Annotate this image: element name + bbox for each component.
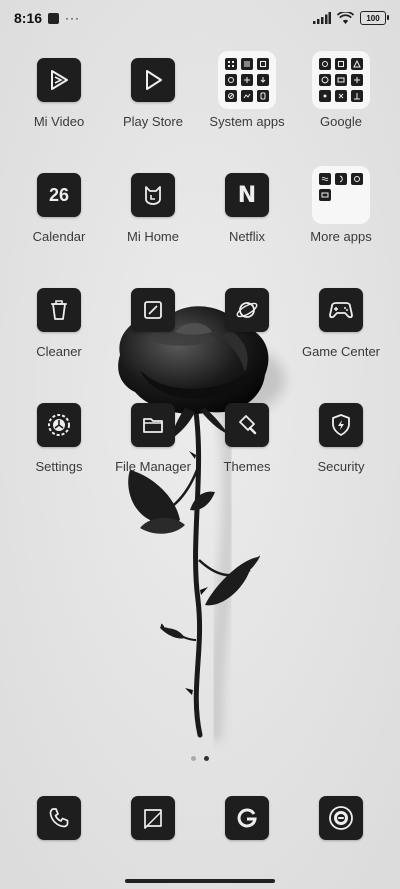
file-manager-icon [131, 403, 175, 447]
google-icon [225, 796, 269, 840]
page-indicator[interactable] [0, 756, 400, 761]
app-label: Themes [223, 459, 271, 474]
dock-phone[interactable] [9, 796, 109, 840]
status-bar: 8:16 ··· 100 [0, 0, 400, 36]
netflix-icon: N [225, 173, 269, 217]
page-dot-active[interactable] [204, 756, 209, 761]
app-label: Google [320, 114, 362, 129]
status-time: 8:16 [14, 10, 43, 26]
app-label: Game Center [301, 344, 381, 359]
app-label: Mi Home [126, 229, 179, 244]
more-notifications-icon: ··· [65, 11, 81, 25]
app-settings[interactable]: Settings [9, 403, 109, 474]
more-apps-folder-icon [312, 166, 370, 224]
app-netflix[interactable]: N Netflix [197, 173, 297, 244]
dock-camera[interactable] [291, 796, 391, 840]
folder-google[interactable]: Google [291, 51, 391, 129]
system-apps-folder-icon [218, 51, 276, 109]
signal-icon [313, 12, 331, 24]
browser-icon [225, 288, 269, 332]
wifi-icon [337, 11, 354, 24]
app-label: Security [317, 459, 365, 474]
app-calendar[interactable]: 26 Calendar [9, 173, 109, 244]
app-label: More apps [310, 229, 372, 244]
app-cleaner[interactable]: Cleaner [9, 288, 109, 359]
app-mi-video[interactable]: Mi Video [9, 58, 109, 129]
mi-video-icon [37, 58, 81, 102]
app-mi-home[interactable]: Mi Home [103, 173, 203, 244]
app-game-center[interactable]: Game Center [291, 288, 391, 359]
app-label: Settings [35, 459, 83, 474]
dock-messages[interactable] [103, 796, 203, 840]
play-store-icon [131, 58, 175, 102]
app-file-manager[interactable]: File Manager [103, 403, 203, 474]
cleaner-icon [37, 288, 81, 332]
battery-icon: 100 [360, 11, 389, 25]
app-notes[interactable] [103, 288, 203, 332]
app-label: Play Store [123, 114, 183, 129]
app-play-store[interactable]: Play Store [103, 58, 203, 129]
calendar-date: 26 [48, 184, 70, 205]
notes-icon [131, 288, 175, 332]
home-indicator[interactable] [125, 879, 275, 883]
app-browser[interactable] [197, 288, 297, 332]
google-folder-icon [312, 51, 370, 109]
page-dot[interactable] [191, 756, 196, 761]
security-icon [319, 403, 363, 447]
app-security[interactable]: Security [291, 403, 391, 474]
netflix-logo: N [237, 182, 257, 208]
app-themes[interactable]: Themes [197, 403, 297, 474]
game-center-icon [319, 288, 363, 332]
phone-icon [37, 796, 81, 840]
folder-more-apps[interactable]: More apps [291, 166, 391, 244]
messages-icon [131, 796, 175, 840]
mi-home-icon [131, 173, 175, 217]
calendar-icon: 26 [37, 173, 81, 217]
app-label: Calendar [32, 229, 86, 244]
camera-icon [319, 796, 363, 840]
app-label: Cleaner [36, 344, 82, 359]
notification-app-icon [48, 12, 60, 24]
app-label: System apps [209, 114, 285, 129]
app-label: Mi Video [33, 114, 85, 129]
folder-system-apps[interactable]: System apps [197, 51, 297, 129]
themes-icon [225, 403, 269, 447]
settings-icon [37, 403, 81, 447]
dock-google[interactable] [197, 796, 297, 840]
app-label: Netflix [228, 229, 266, 244]
app-label: File Manager [115, 459, 191, 474]
